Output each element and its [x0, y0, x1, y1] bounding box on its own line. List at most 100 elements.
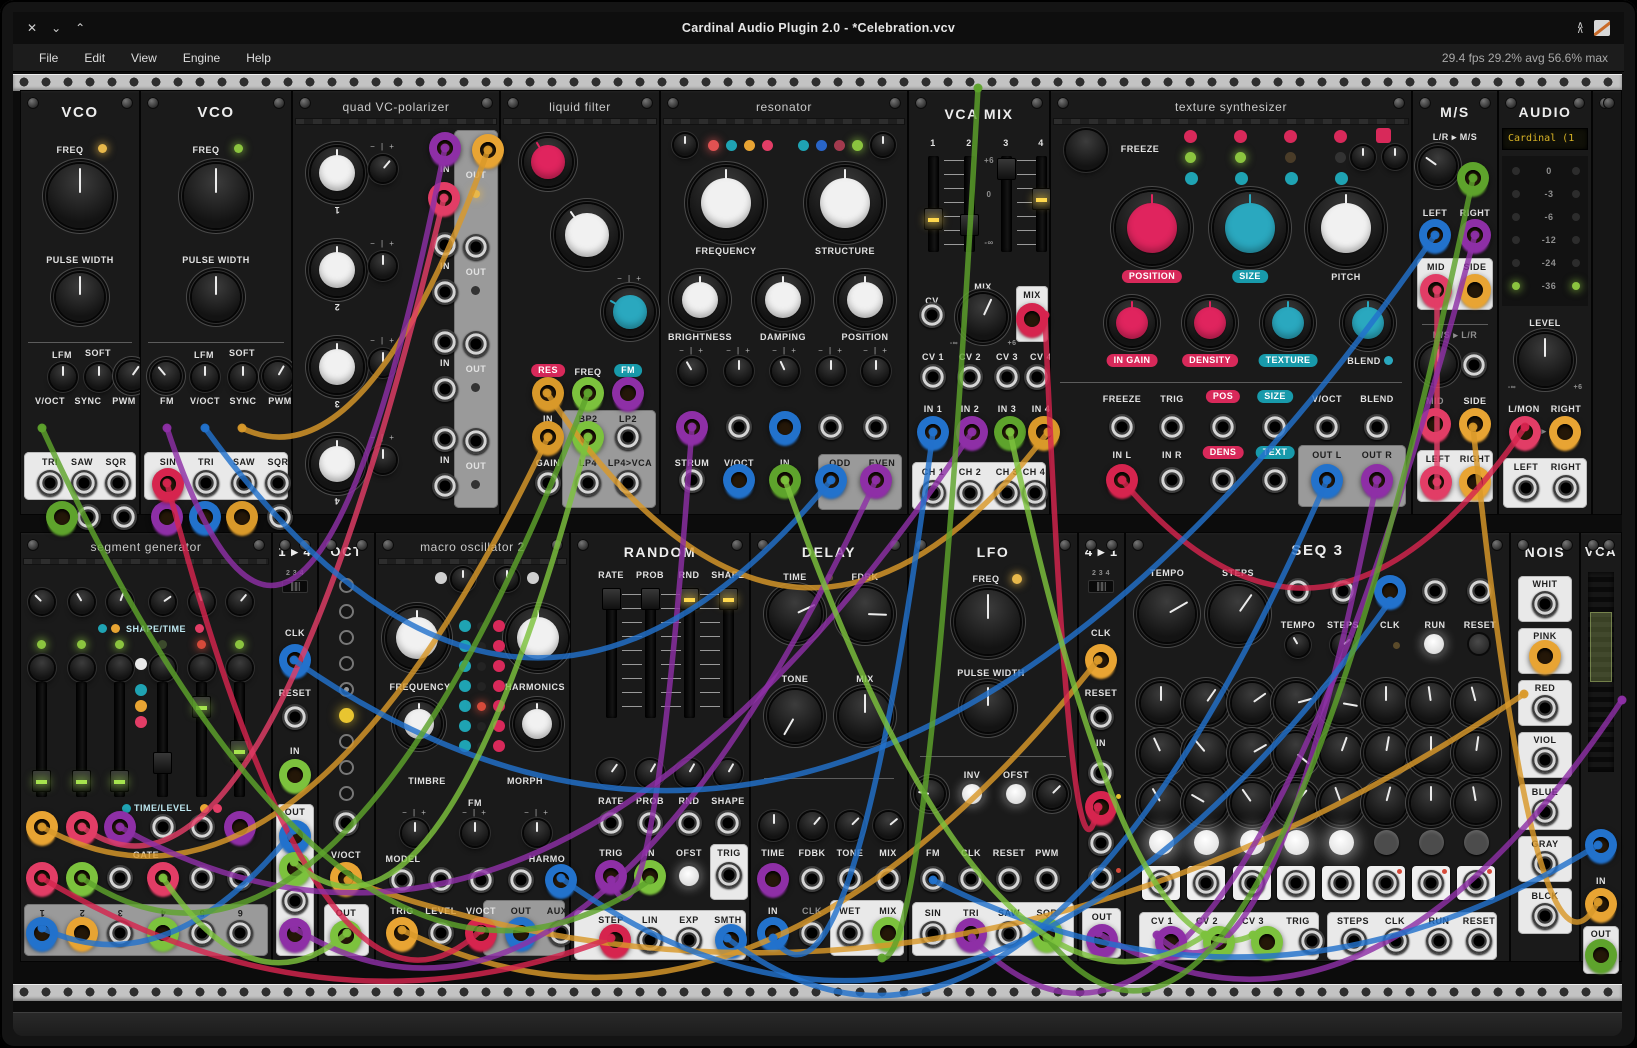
in-plug-1b[interactable]	[428, 182, 460, 214]
cv-amount-knob-1[interactable]	[370, 156, 396, 182]
time-knob-2[interactable]	[70, 656, 94, 680]
audio-device-display[interactable]: Cardinal (1	[1502, 128, 1588, 150]
white-jack[interactable]	[1532, 591, 1558, 617]
gate-cell-7[interactable]	[1412, 866, 1450, 900]
pitch-knob[interactable]	[1310, 192, 1382, 264]
trig-plug[interactable]	[595, 860, 627, 892]
shape-knob-2[interactable]	[70, 590, 94, 614]
rate-jack[interactable]	[598, 810, 624, 836]
out-jack-3[interactable]	[107, 920, 133, 946]
module-vco-2[interactable]: VCO FREQ PULSE WIDTH LFM SOFT FM V/OCT S…	[140, 90, 292, 515]
in-jack-3[interactable]	[432, 329, 458, 355]
level-fader-2[interactable]	[76, 682, 87, 797]
frequency-knob[interactable]	[387, 608, 447, 668]
pulse-width-knob[interactable]	[56, 273, 104, 321]
mode-select-knob[interactable]	[1352, 146, 1374, 168]
timbre-cv-knob[interactable]	[402, 820, 428, 846]
module-ms[interactable]: M/S L/R ▸ M/S LEFT RIGHT MID SIDE M/S ▸ …	[1412, 90, 1498, 515]
shape-jack[interactable]	[715, 810, 741, 836]
fm-cv-knob[interactable]	[462, 820, 488, 846]
clk-out-jack[interactable]	[1383, 928, 1409, 954]
fm-plug[interactable]	[612, 377, 644, 409]
mix-cv-knob[interactable]	[875, 812, 902, 839]
model-knob[interactable]	[872, 134, 894, 156]
seq-knob-r2c3[interactable]	[1232, 733, 1272, 773]
text-jack[interactable]	[1262, 467, 1288, 493]
gate-jack-5[interactable]	[189, 865, 215, 891]
seq-knob-r2c2[interactable]	[1186, 733, 1226, 773]
trig-jack[interactable]	[1159, 414, 1185, 440]
gate-cell-3[interactable]	[1233, 866, 1271, 900]
seq-knob-r1c5[interactable]	[1321, 683, 1361, 723]
octave-dot[interactable]	[339, 734, 354, 749]
in-plug[interactable]	[1585, 888, 1617, 920]
trig-plug[interactable]	[386, 917, 418, 949]
trig-out-jack[interactable]	[716, 862, 742, 888]
seq-knob-r1c2[interactable]	[1186, 683, 1226, 723]
gray-jack[interactable]	[1532, 851, 1558, 877]
menu-engine[interactable]: Engine	[183, 51, 220, 65]
cv-jack-2[interactable]	[726, 414, 752, 440]
tl-plug-1[interactable]	[26, 811, 58, 843]
step-light-6[interactable]	[1374, 830, 1399, 855]
clk-plug[interactable]	[1085, 644, 1117, 676]
out-plug-1[interactable]	[279, 820, 311, 852]
left-jack[interactable]	[1513, 475, 1539, 501]
bp2-plug[interactable]	[572, 421, 604, 453]
module-texture-synthesizer[interactable]: texture synthesizer FREEZE POSITION SIZE…	[1050, 90, 1412, 515]
seq-knob-r2c7[interactable]	[1411, 733, 1451, 773]
decode-knob[interactable]	[1420, 346, 1456, 382]
seq-knob-r1c4[interactable]	[1276, 683, 1316, 723]
voct-plug[interactable]	[465, 917, 497, 949]
gate-cell-2[interactable]	[1187, 866, 1225, 900]
out-r-plug[interactable]	[1361, 464, 1393, 496]
cv3-plug[interactable]	[1251, 926, 1283, 958]
out-jack-6[interactable]	[227, 920, 253, 946]
in-plug[interactable]	[769, 464, 801, 496]
pos-jack[interactable]	[1210, 414, 1236, 440]
out-jack-2[interactable]	[463, 234, 489, 260]
tl-jack-5[interactable]	[189, 814, 215, 840]
violet-jack[interactable]	[1532, 747, 1558, 773]
in-plug-2[interactable]	[1085, 791, 1117, 823]
morph-cv-knob[interactable]	[524, 820, 550, 846]
in1-plug[interactable]	[917, 416, 949, 448]
cv-knob-2[interactable]	[726, 358, 752, 384]
mode-pink-icon[interactable]	[135, 716, 147, 728]
in-jack-2[interactable]	[432, 232, 458, 258]
cutoff-knob[interactable]	[556, 204, 618, 266]
out-plug[interactable]	[505, 917, 537, 949]
exp-jack[interactable]	[676, 927, 702, 953]
side2-plug[interactable]	[1459, 408, 1491, 440]
gate-jack-6[interactable]	[227, 865, 253, 891]
seq-knob-r3c7[interactable]	[1411, 783, 1451, 823]
freq-plug[interactable]	[572, 377, 604, 409]
pwm-amt-knob[interactable]	[1038, 780, 1066, 808]
in-jack-3[interactable]	[1088, 830, 1114, 856]
in-gain-knob[interactable]	[1109, 300, 1155, 346]
channel-switch[interactable]	[1088, 580, 1114, 593]
fader-2[interactable]	[964, 156, 975, 252]
level-jack[interactable]	[428, 920, 454, 946]
black-jack[interactable]	[1532, 903, 1558, 929]
lmon-plug[interactable]	[1509, 416, 1541, 448]
prob-cv-knob[interactable]	[637, 760, 663, 786]
mode-orange-icon[interactable]	[135, 700, 147, 712]
in-plug[interactable]	[634, 860, 666, 892]
density-knob[interactable]	[1187, 300, 1233, 346]
steps-trim-knob[interactable]	[1332, 634, 1354, 656]
seq-knob-r3c6[interactable]	[1366, 783, 1406, 823]
fader-3[interactable]	[1001, 156, 1012, 252]
step-light-1[interactable]	[1149, 830, 1174, 855]
freeze-button[interactable]	[1066, 130, 1106, 170]
mid-plug[interactable]	[1420, 274, 1452, 306]
cv4-jack[interactable]	[1024, 364, 1050, 390]
fdbk-cv-knob[interactable]	[799, 812, 826, 839]
vca-level-slider[interactable]	[1588, 572, 1614, 772]
right2-plug[interactable]	[1459, 466, 1491, 498]
ch4-jack[interactable]	[1022, 480, 1048, 506]
seq-knob-r3c1[interactable]	[1141, 783, 1181, 823]
clk-plug[interactable]	[1374, 575, 1406, 607]
side-plug[interactable]	[1459, 274, 1491, 306]
ch1-jack[interactable]	[920, 480, 946, 506]
